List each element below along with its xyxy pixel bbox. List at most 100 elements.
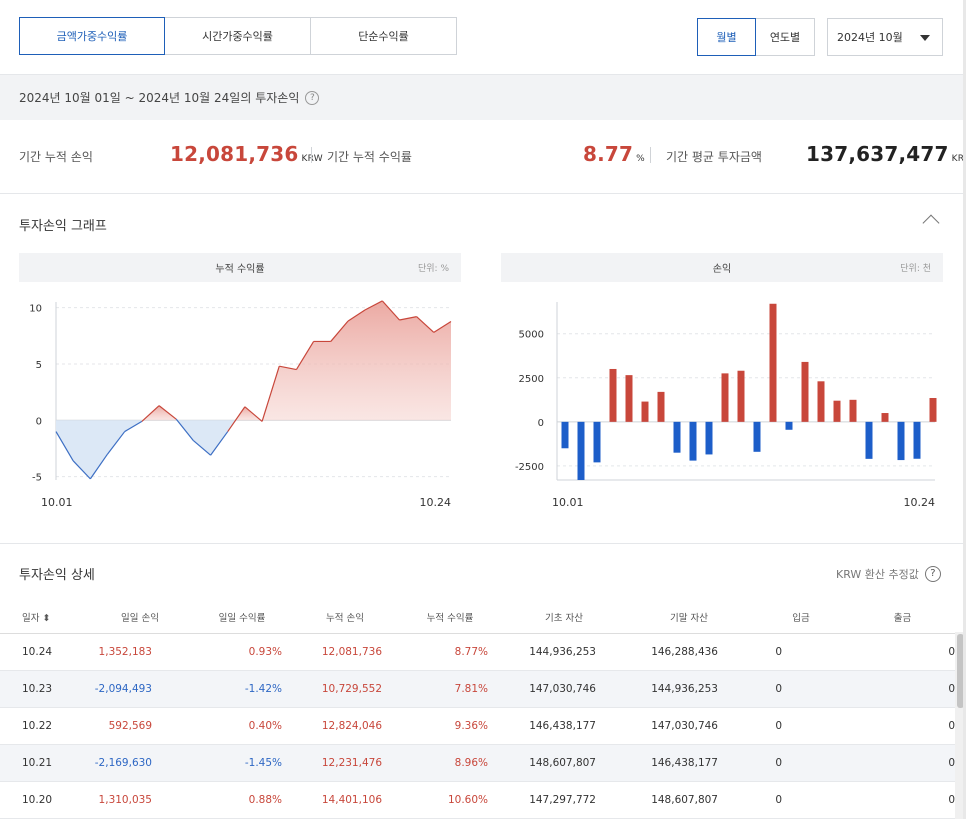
bar[interactable] [737, 370, 745, 422]
cell-end: 148,607,807 [626, 781, 752, 819]
graph-section-title: 투자손익 그래프 [19, 219, 107, 234]
bar[interactable] [897, 421, 905, 461]
bar[interactable] [865, 421, 873, 459]
cum-rate-chart-title: 누적 수익률 [215, 264, 265, 275]
y-tick-label: 5 [36, 360, 42, 371]
table-row: 10.21 -2,169,630 -1.45% 12,231,476 8.96% 148,… [0, 744, 955, 782]
help-icon[interactable]: ? [924, 566, 941, 582]
bar[interactable] [593, 421, 601, 463]
cum-rate-value: 8.77% [583, 142, 645, 166]
cell-cum-pl: 12,081,736 [292, 633, 398, 671]
help-icon[interactable]: ? [305, 90, 320, 105]
avg-invest-value: 137,637,477KRW [806, 142, 966, 166]
col-end-asset: 기말 자산 [626, 602, 752, 634]
chevron-up-icon[interactable] [922, 214, 940, 232]
tab-monthly[interactable]: 월별 [697, 18, 756, 56]
cell-deposit: 0 [752, 781, 850, 819]
tab-money-weighted[interactable]: 금액가중수익률 [19, 17, 165, 55]
cum-pl-value: 12,081,736 KRW [170, 142, 323, 166]
cell-daily-rate: -1.42% [192, 670, 292, 708]
cell-cum-rate: 8.77% [398, 633, 502, 671]
bar[interactable] [641, 401, 649, 422]
cell-daily-rate: 0.40% [192, 707, 292, 745]
month-select[interactable]: 2024년 10월 [827, 18, 943, 56]
x-tick-label: 10.24 [904, 496, 936, 509]
cell-date: 10.21 [0, 744, 88, 782]
bar[interactable] [721, 373, 729, 422]
cell-withdraw: 0 [850, 633, 955, 671]
tab-simple-return[interactable]: 단순수익률 [311, 17, 457, 55]
cell-begin: 146,438,177 [502, 707, 626, 745]
negative-area [177, 420, 236, 456]
cell-end: 146,288,436 [626, 633, 752, 671]
y-tick-label: -2500 [515, 462, 544, 473]
table-row: 10.22 592,569 0.40% 12,824,046 9.36% 146,438,… [0, 707, 955, 745]
cum-pl-number: 12,081,736 [170, 142, 299, 166]
x-tick-label: 10.24 [420, 496, 452, 509]
cell-date: 10.24 [0, 633, 88, 671]
cell-cum-pl: 10,729,552 [292, 670, 398, 708]
period-mode-tabs: 월별 연도별 [697, 18, 815, 56]
cell-daily-pl: -2,094,493 [88, 670, 192, 708]
bar[interactable] [625, 375, 633, 422]
divider [311, 147, 312, 163]
tab-yearly[interactable]: 연도별 [756, 18, 815, 56]
cell-daily-pl: 1,310,035 [88, 781, 192, 819]
col-cum-pl: 누적 손익 [292, 602, 398, 634]
col-daily-pl: 일일 손익 [88, 602, 192, 634]
cell-begin: 144,936,253 [502, 633, 626, 671]
bar[interactable] [561, 421, 569, 449]
bar[interactable] [673, 421, 681, 453]
cum-pl-label: 기간 누적 손익 [19, 150, 93, 164]
cell-deposit: 0 [752, 633, 850, 671]
cell-withdraw: 0 [850, 744, 955, 782]
cum-rate-number: 8.77 [583, 142, 634, 166]
cell-daily-pl: 1,352,183 [88, 633, 192, 671]
cum-rate-chart-header: 누적 수익률 단위: % [19, 253, 461, 282]
top-controls: 금액가중수익률 시간가중수익률 단순수익률 월별 연도별 2024년 10월 [0, 0, 966, 74]
bar[interactable] [849, 399, 857, 422]
tab-time-weighted[interactable]: 시간가중수익률 [165, 17, 311, 55]
bar[interactable] [785, 421, 793, 430]
pl-bar-chart: 5000 2500 0 -2500 10.01 10.24 [515, 302, 937, 509]
cell-begin: 147,297,772 [502, 781, 626, 819]
bar[interactable] [769, 303, 777, 422]
col-cum-rate: 누적 수익률 [398, 602, 502, 634]
divider [650, 147, 651, 163]
cell-cum-rate: 8.96% [398, 744, 502, 782]
bar[interactable] [817, 381, 825, 422]
cell-deposit: 0 [752, 670, 850, 708]
bar[interactable] [753, 421, 761, 452]
cell-date: 10.20 [0, 781, 88, 819]
pl-chart-header: 손익 단위: 천 [501, 253, 943, 282]
cell-date: 10.22 [0, 707, 88, 745]
cum-rate-chart-unit: 단위: % [417, 264, 449, 274]
cell-daily-rate: 0.93% [192, 633, 292, 671]
cell-cum-pl: 14,401,106 [292, 781, 398, 819]
chevron-down-icon [920, 35, 930, 41]
cell-cum-rate: 10.60% [398, 781, 502, 819]
y-tick-label: 0 [538, 418, 544, 429]
table-row: 10.20 1,310,035 0.88% 14,401,106 10.60% 147,2… [0, 781, 955, 819]
cell-end: 144,936,253 [626, 670, 752, 708]
bar[interactable] [929, 398, 937, 422]
positive-area [262, 300, 451, 421]
bar[interactable] [881, 413, 889, 422]
y-tick-label: -5 [32, 473, 42, 484]
bar[interactable] [609, 368, 617, 422]
cell-cum-rate: 7.81% [398, 670, 502, 708]
bar[interactable] [833, 400, 841, 422]
bar[interactable] [913, 421, 921, 459]
bar[interactable] [801, 361, 809, 422]
pl-chart-unit: 단위: 천 [900, 264, 931, 274]
bar[interactable] [657, 391, 665, 422]
y-tick-label: 10 [29, 304, 42, 315]
bar[interactable] [705, 421, 713, 455]
summary: 기간 누적 손익 12,081,736 KRW 기간 누적 수익률 8.77% 기… [0, 120, 966, 194]
avg-invest-label: 기간 평균 투자금액 [666, 150, 762, 164]
col-date-sortable[interactable]: 일자 ⬍ [0, 602, 88, 634]
bar[interactable] [577, 421, 585, 480]
table-header-row: 일자 ⬍ 일일 손익 일일 수익률 누적 손익 누적 수익률 기초 자산 기말 … [0, 602, 955, 634]
cell-daily-rate: 0.88% [192, 781, 292, 819]
bar[interactable] [689, 421, 697, 461]
